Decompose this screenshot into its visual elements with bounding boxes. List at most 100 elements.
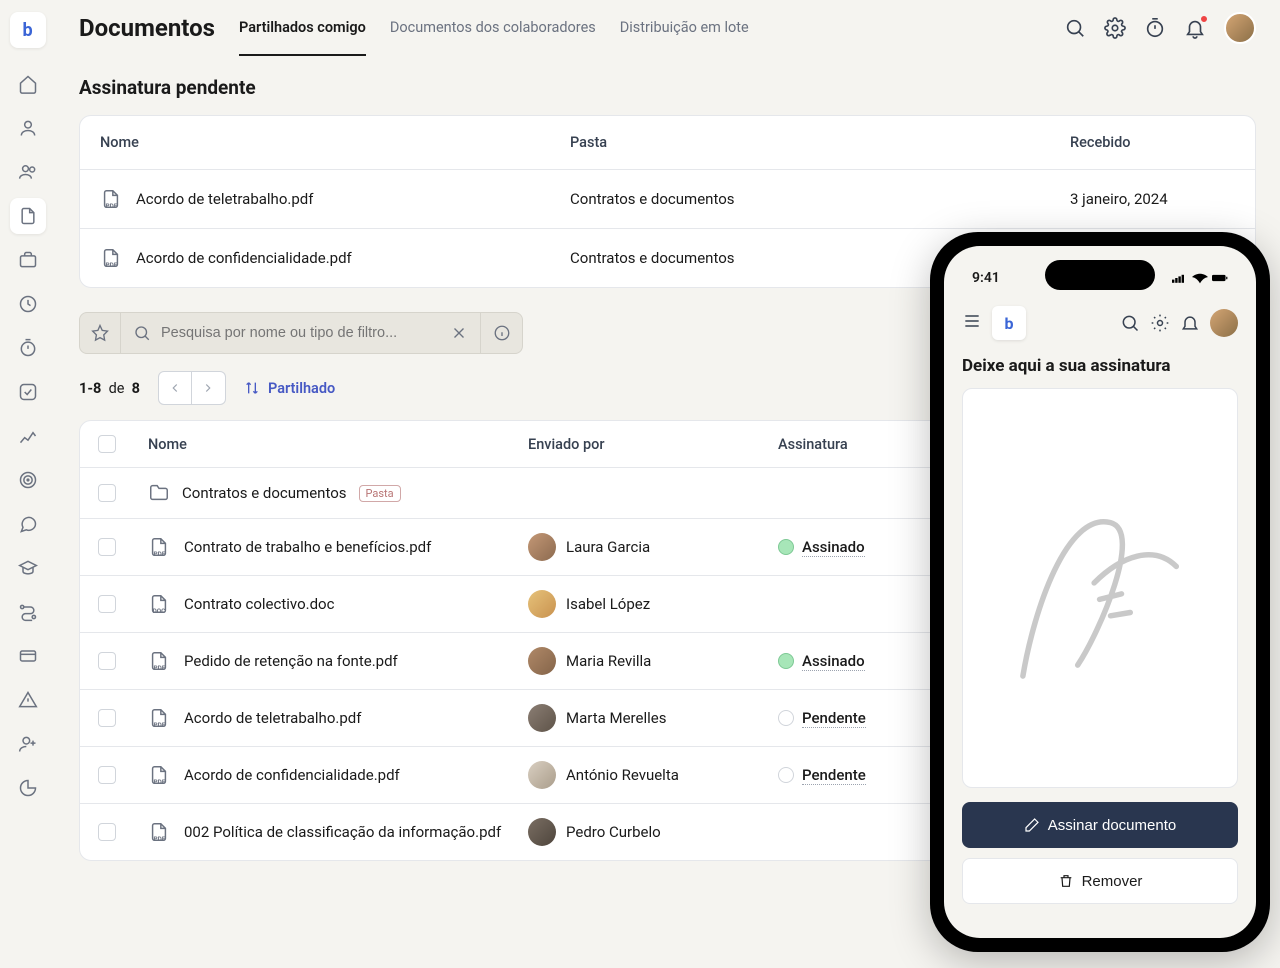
- svg-text:PDF: PDF: [154, 550, 166, 558]
- row-checkbox[interactable]: [98, 595, 116, 613]
- phone-avatar[interactable]: [1210, 309, 1238, 337]
- file-name: Acordo de teletrabalho.pdf: [136, 190, 313, 208]
- nav-alert[interactable]: [10, 682, 46, 718]
- row-checkbox[interactable]: [98, 766, 116, 784]
- avatar: [528, 647, 556, 675]
- tab-shared-with-me[interactable]: Partilhados comigo: [239, 1, 366, 56]
- row-checkbox[interactable]: [98, 823, 116, 841]
- phone-notch: [1045, 260, 1155, 290]
- file-name: Acordo de confidencialidade.pdf: [136, 249, 352, 267]
- sort-dropdown[interactable]: Partilhado: [244, 380, 335, 397]
- gear-icon[interactable]: [1104, 17, 1126, 39]
- search-input[interactable]: [161, 325, 440, 341]
- avatar: [528, 533, 556, 561]
- search-icon: [133, 324, 151, 342]
- pdf-icon: PDF: [100, 188, 122, 210]
- signature-pad[interactable]: [962, 388, 1238, 788]
- avatar: [528, 590, 556, 618]
- hamburger-icon[interactable]: [962, 311, 982, 335]
- notification-dot: [1200, 15, 1208, 23]
- row-checkbox[interactable]: [98, 538, 116, 556]
- pdf-icon: PDF: [148, 536, 170, 558]
- topbar: Documentos Partilhados comigo Documentos…: [79, 0, 1256, 56]
- folder-icon: [148, 482, 170, 504]
- col-header-name: Nome: [100, 134, 570, 151]
- svg-text:PDF: PDF: [154, 778, 166, 786]
- app-logo[interactable]: b: [10, 12, 46, 48]
- phone-mockup: 9:41 b Deixe aqui a sua assi: [930, 232, 1270, 952]
- page-title: Documentos: [79, 14, 215, 42]
- bell-icon[interactable]: [1180, 313, 1200, 333]
- received-date: 3 janeiro, 2024: [1070, 190, 1235, 208]
- folder-name: Contratos e documentos: [182, 484, 347, 502]
- row-checkbox[interactable]: [98, 484, 116, 502]
- svg-text:PDF: PDF: [154, 721, 166, 729]
- nav-briefcase[interactable]: [10, 242, 46, 278]
- nav-documents[interactable]: [10, 198, 46, 234]
- nav-add-user[interactable]: [10, 726, 46, 762]
- nav-education[interactable]: [10, 550, 46, 586]
- pager-next[interactable]: [192, 371, 226, 405]
- sign-document-button[interactable]: Assinar documento: [962, 802, 1238, 848]
- row-checkbox[interactable]: [98, 709, 116, 727]
- svg-text:PDF: PDF: [154, 835, 166, 843]
- pending-section-title: Assinatura pendente: [79, 76, 1256, 99]
- remove-button[interactable]: Remover: [962, 858, 1238, 904]
- star-filter-button[interactable]: [79, 312, 121, 354]
- nav-route[interactable]: [10, 594, 46, 630]
- col-header-sender: Enviado por: [528, 436, 778, 453]
- row-checkbox[interactable]: [98, 652, 116, 670]
- pdf-icon: PDF: [100, 247, 122, 269]
- nav-chart[interactable]: [10, 418, 46, 454]
- pager-prev[interactable]: [158, 371, 192, 405]
- nav-clock[interactable]: [10, 286, 46, 322]
- avatar: [528, 704, 556, 732]
- folder-badge: Pasta: [359, 485, 401, 502]
- nav-card[interactable]: [10, 638, 46, 674]
- bell-icon[interactable]: [1184, 17, 1206, 39]
- nav-pie[interactable]: [10, 770, 46, 806]
- pending-row[interactable]: PDF Acordo de teletrabalho.pdf Contratos…: [80, 170, 1255, 229]
- phone-status-icons: [1172, 270, 1228, 286]
- svg-text:DOC: DOC: [153, 607, 166, 615]
- stopwatch-icon[interactable]: [1144, 17, 1166, 39]
- doc-icon: DOC: [148, 593, 170, 615]
- phone-time: 9:41: [972, 270, 1000, 286]
- avatar: [528, 818, 556, 846]
- phone-title: Deixe aqui a sua assinatura: [962, 356, 1238, 376]
- folder-name: Contratos e documentos: [570, 190, 1070, 208]
- info-button[interactable]: [481, 312, 523, 354]
- nav-people[interactable]: [10, 154, 46, 190]
- clear-icon[interactable]: [450, 324, 468, 342]
- col-header-signature: Assinatura: [778, 436, 933, 453]
- status-dot: [778, 539, 794, 555]
- nav-timer[interactable]: [10, 330, 46, 366]
- avatar: [528, 761, 556, 789]
- nav-chat[interactable]: [10, 506, 46, 542]
- nav-user[interactable]: [10, 110, 46, 146]
- status-dot: [778, 653, 794, 669]
- phone-logo[interactable]: b: [992, 306, 1026, 340]
- pdf-icon: PDF: [148, 650, 170, 672]
- pdf-icon: PDF: [148, 764, 170, 786]
- gear-icon[interactable]: [1150, 313, 1170, 333]
- search-icon[interactable]: [1120, 313, 1140, 333]
- pdf-icon: PDF: [148, 707, 170, 729]
- nav-target[interactable]: [10, 462, 46, 498]
- search-icon[interactable]: [1064, 17, 1086, 39]
- pager-info: 1-8 de 8: [79, 380, 140, 397]
- pdf-icon: PDF: [148, 821, 170, 843]
- nav-check[interactable]: [10, 374, 46, 410]
- select-all-checkbox[interactable]: [98, 435, 116, 453]
- status-dot: [778, 710, 794, 726]
- tab-batch-distribution[interactable]: Distribuição em lote: [620, 1, 749, 56]
- svg-text:PDF: PDF: [154, 664, 166, 672]
- user-avatar[interactable]: [1224, 12, 1256, 44]
- tab-collaborator-docs[interactable]: Documentos dos colaboradores: [390, 1, 596, 56]
- col-header-folder: Pasta: [570, 134, 1070, 151]
- col-header-received: Recebido: [1070, 134, 1235, 151]
- status-dot: [778, 767, 794, 783]
- left-nav: b: [0, 0, 55, 968]
- svg-text:PDF: PDF: [106, 202, 118, 210]
- nav-home[interactable]: [10, 66, 46, 102]
